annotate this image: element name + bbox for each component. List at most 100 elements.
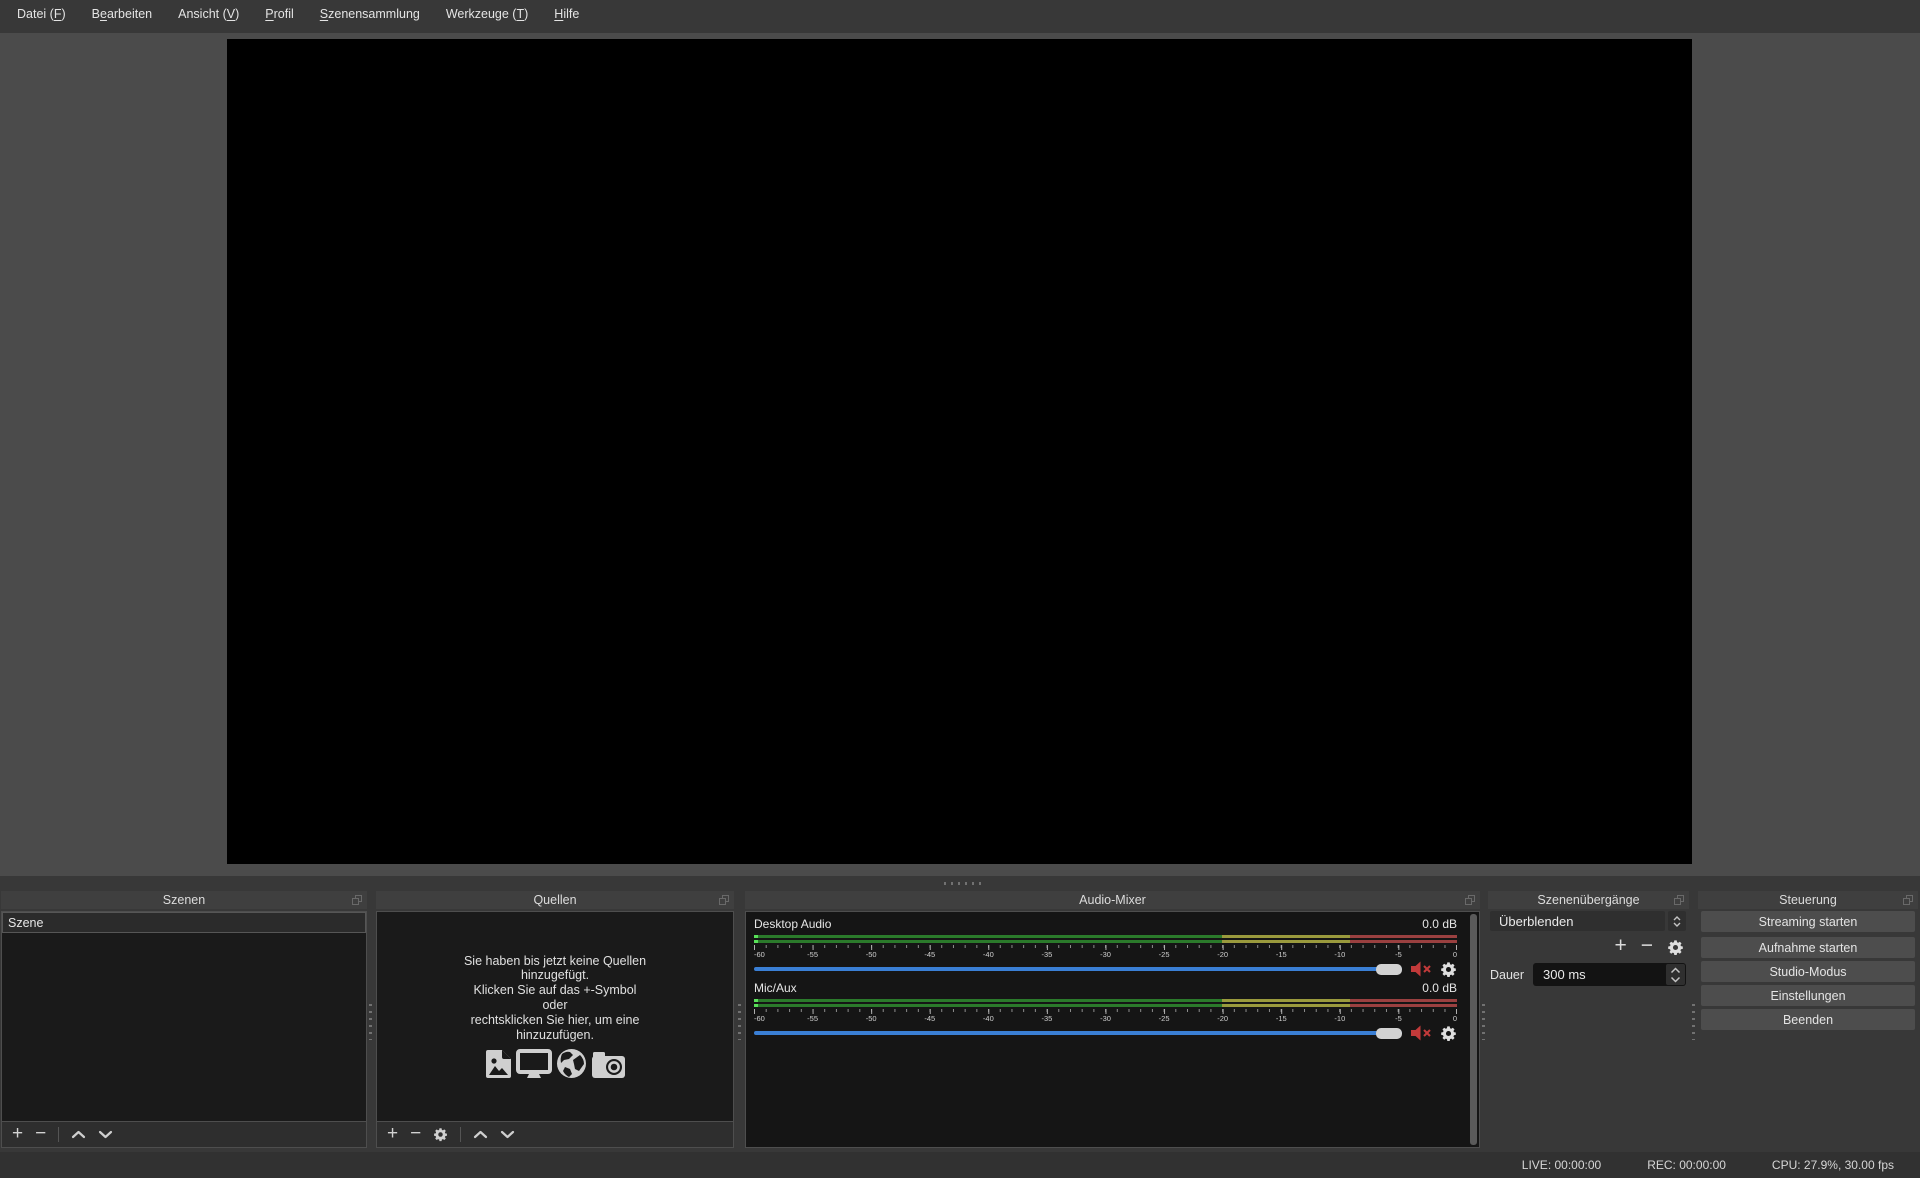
- menu-file[interactable]: Datei (F): [4, 7, 79, 21]
- meter-tick-label: -10: [1334, 950, 1345, 959]
- detach-dock-icon[interactable]: [1674, 895, 1684, 905]
- spinner-chevrons-icon: [1672, 915, 1682, 928]
- add-transition-button[interactable]: +: [1614, 935, 1626, 956]
- mixer-scrollbar[interactable]: [1470, 914, 1477, 1145]
- horizontal-splitter[interactable]: [0, 876, 1920, 891]
- status-bar: LIVE: 00:00:00 REC: 00:00:00 CPU: 27.9%,…: [0, 1152, 1920, 1178]
- channel-volume-db: 0.0 dB: [1422, 981, 1457, 995]
- image-source-icon: [485, 1049, 512, 1079]
- meter-tick-label: -30: [1100, 1014, 1111, 1023]
- rec-time: REC: 00:00:00: [1647, 1158, 1726, 1172]
- transition-properties-gear-icon[interactable]: [1667, 939, 1684, 956]
- sources-list[interactable]: Sie haben bis jetzt keine Quellen hinzug…: [376, 911, 734, 1148]
- move-scene-down-button[interactable]: [98, 1130, 113, 1139]
- start-recording-button[interactable]: Aufnahme starten: [1701, 937, 1915, 958]
- splitter-grip-icon: [944, 882, 984, 885]
- dock-splitter[interactable]: [369, 1004, 372, 1040]
- exit-button[interactable]: Beenden: [1701, 1009, 1915, 1030]
- toolbar-separator: [58, 1127, 59, 1142]
- mixer-channel-desktop-audio: Desktop Audio 0.0 dB -60-55-50-45-40-35-…: [754, 916, 1457, 978]
- camera-source-icon: [591, 1050, 626, 1079]
- volume-slider[interactable]: [754, 1026, 1402, 1041]
- slider-track: [754, 1031, 1402, 1035]
- mixer-channel-mic-aux: Mic/Aux 0.0 dB -60-55-50-45-40-35-30-25-…: [754, 980, 1457, 1042]
- meter-scale: -60-55-50-45-40-35-30-25-20-15-10-50: [754, 945, 1457, 958]
- add-source-button[interactable]: +: [387, 1124, 398, 1143]
- obs-window: Datei (F) Bearbeiten Ansicht (V) Profil …: [0, 0, 1920, 1178]
- sources-dock-title: Quellen: [533, 893, 576, 907]
- detach-dock-icon[interactable]: [719, 895, 729, 905]
- detach-dock-icon[interactable]: [1465, 895, 1475, 905]
- scenes-dock: Szenen Szene + −: [1, 891, 367, 1152]
- add-scene-button[interactable]: +: [12, 1124, 23, 1143]
- cpu-fps-stats: CPU: 27.9%, 30.00 fps: [1772, 1158, 1894, 1172]
- menu-tools[interactable]: Werkzeuge (T): [433, 7, 541, 21]
- mute-speaker-icon[interactable]: [1410, 961, 1432, 977]
- duration-label: Dauer: [1490, 968, 1524, 982]
- start-streaming-button[interactable]: Streaming starten: [1701, 911, 1915, 932]
- dock-splitter[interactable]: [1482, 1004, 1485, 1040]
- dock-splitter[interactable]: [1692, 1004, 1695, 1040]
- channel-name: Desktop Audio: [754, 917, 831, 931]
- live-time: LIVE: 00:00:00: [1522, 1158, 1601, 1172]
- scenes-dock-title: Szenen: [163, 893, 205, 907]
- meter-tick-label: -30: [1100, 950, 1111, 959]
- duration-spin-buttons[interactable]: [1666, 964, 1685, 985]
- move-source-up-button[interactable]: [473, 1130, 488, 1139]
- mixer-body: Desktop Audio 0.0 dB -60-55-50-45-40-35-…: [745, 911, 1480, 1148]
- meter-tick-label: -25: [1159, 950, 1170, 959]
- mute-speaker-icon[interactable]: [1410, 1025, 1432, 1041]
- meter-tick-label: -40: [983, 950, 994, 959]
- move-source-down-button[interactable]: [500, 1130, 515, 1139]
- meter-tick-label: -55: [807, 950, 818, 959]
- scene-list-item[interactable]: Szene: [2, 912, 366, 933]
- volume-slider[interactable]: [754, 962, 1402, 977]
- spin-down-icon[interactable]: [1670, 976, 1681, 983]
- remove-transition-button[interactable]: −: [1641, 935, 1653, 956]
- meter-scale: -60-55-50-45-40-35-30-25-20-15-10-50: [754, 1009, 1457, 1022]
- meter-tick-label: -50: [866, 950, 877, 959]
- studio-mode-button[interactable]: Studio-Modus: [1701, 961, 1915, 982]
- transition-select-spinner[interactable]: [1668, 911, 1686, 931]
- menu-scene-collection[interactable]: Szenensammlung: [307, 7, 433, 21]
- audio-mixer-dock: Audio-Mixer Desktop Audio 0.0 dB -60-55-…: [745, 891, 1480, 1152]
- remove-scene-button[interactable]: −: [35, 1124, 46, 1143]
- meter-tick-label: -5: [1395, 1014, 1402, 1023]
- menu-edit[interactable]: Bearbeiten: [79, 7, 165, 21]
- slider-handle[interactable]: [1376, 1028, 1402, 1039]
- controls-dock: Steuerung Streaming starten Aufnahme sta…: [1698, 891, 1918, 1152]
- menu-profile[interactable]: Profil: [252, 7, 307, 21]
- slider-track: [754, 967, 1402, 971]
- channel-settings-gear-icon[interactable]: [1440, 1025, 1457, 1042]
- controls-dock-title: Steuerung: [1779, 893, 1837, 907]
- settings-button[interactable]: Einstellungen: [1701, 985, 1915, 1006]
- menu-bar: Datei (F) Bearbeiten Ansicht (V) Profil …: [0, 0, 1920, 28]
- spin-up-icon[interactable]: [1670, 967, 1681, 974]
- volume-meter: -60-55-50-45-40-35-30-25-20-15-10-50: [754, 935, 1457, 958]
- browser-source-icon: [556, 1048, 587, 1079]
- detach-dock-icon[interactable]: [1903, 895, 1913, 905]
- dock-splitter[interactable]: [738, 1004, 741, 1040]
- mixer-dock-header[interactable]: Audio-Mixer: [745, 891, 1480, 909]
- scenes-dock-header[interactable]: Szenen: [1, 891, 367, 909]
- remove-source-button[interactable]: −: [410, 1124, 421, 1143]
- meter-tick-label: 0: [1453, 950, 1457, 959]
- meter-tick-label: -50: [866, 1014, 877, 1023]
- source-properties-gear-icon[interactable]: [433, 1127, 448, 1142]
- sources-dock-header[interactable]: Quellen: [376, 891, 734, 909]
- meter-tick-label: -45: [924, 1014, 935, 1023]
- channel-settings-gear-icon[interactable]: [1440, 961, 1457, 978]
- duration-spinbox[interactable]: 300 ms: [1533, 963, 1686, 986]
- scene-transitions-dock: Szenenübergänge Überblenden + − Dauer 30…: [1488, 891, 1689, 1152]
- preview-canvas[interactable]: [227, 39, 1692, 864]
- slider-handle[interactable]: [1376, 964, 1402, 975]
- controls-dock-header[interactable]: Steuerung: [1698, 891, 1918, 909]
- move-scene-up-button[interactable]: [71, 1130, 86, 1139]
- transition-select[interactable]: Überblenden: [1490, 911, 1665, 931]
- transitions-dock-header[interactable]: Szenenübergänge: [1488, 891, 1689, 909]
- meter-tick-label: -40: [983, 1014, 994, 1023]
- preview-area: [0, 33, 1920, 876]
- menu-help[interactable]: Hilfe: [541, 7, 592, 21]
- menu-view[interactable]: Ansicht (V): [165, 7, 252, 21]
- detach-dock-icon[interactable]: [352, 895, 362, 905]
